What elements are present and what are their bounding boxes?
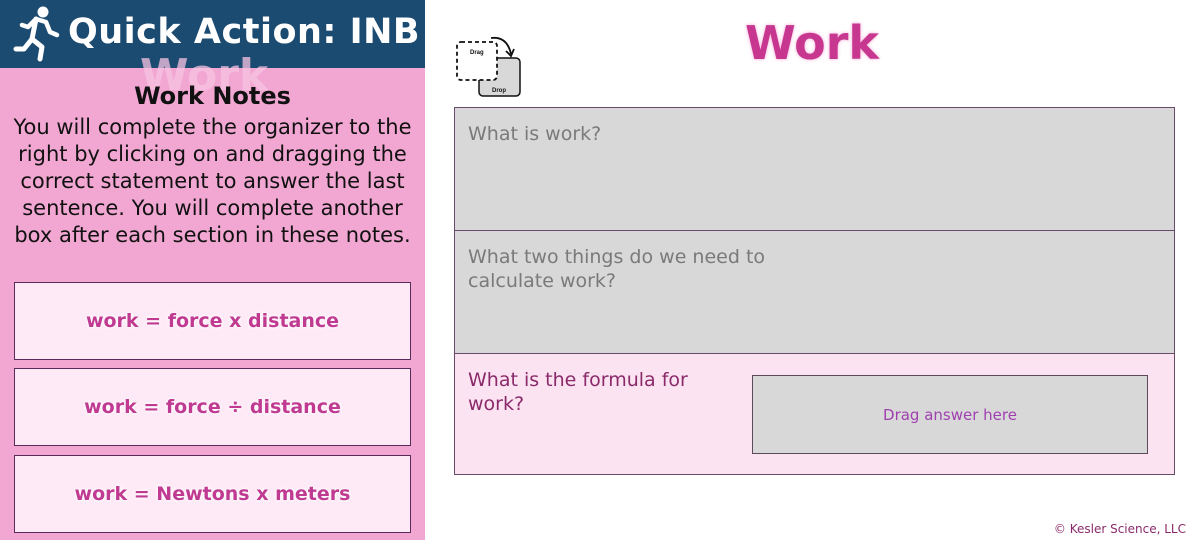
answer-card-newtons-times-meters[interactable]: work = Newtons x meters xyxy=(14,455,411,533)
question-two-things: What two things do we need to calculate … xyxy=(468,246,766,292)
graphic-organizer: What is work? What two things do we need… xyxy=(454,107,1175,475)
notes-instructions: You will complete the organizer to the r… xyxy=(13,115,412,247)
page-title: Work xyxy=(745,16,879,70)
answer-drop-zone[interactable]: Drag answer here xyxy=(752,375,1148,454)
organizer-row-two-things: What two things do we need to calculate … xyxy=(455,231,1174,354)
drag-drop-icon: Drag Drop xyxy=(456,36,521,97)
organizer-row-formula: What is the formula for work? Drag answe… xyxy=(455,354,1174,474)
left-panel: Quick Action: INB Work Work Notes You wi… xyxy=(0,0,425,540)
organizer-row-what-is-work: What is work? xyxy=(455,108,1174,231)
answer-card-force-divided-distance[interactable]: work = force ÷ distance xyxy=(14,368,411,446)
running-person-icon xyxy=(13,6,60,62)
question-what-is-work: What is work? xyxy=(468,123,602,145)
answer-card-force-times-distance[interactable]: work = force x distance xyxy=(14,282,411,360)
question-formula: What is the formula for work? xyxy=(468,369,688,415)
copyright-text: © Kesler Science, LLC xyxy=(1053,522,1186,536)
drag-label: Drag xyxy=(470,50,484,56)
drop-label: Drop xyxy=(492,88,506,94)
header-title: Quick Action: INB xyxy=(68,12,421,52)
notes-title: Work Notes xyxy=(134,82,291,110)
